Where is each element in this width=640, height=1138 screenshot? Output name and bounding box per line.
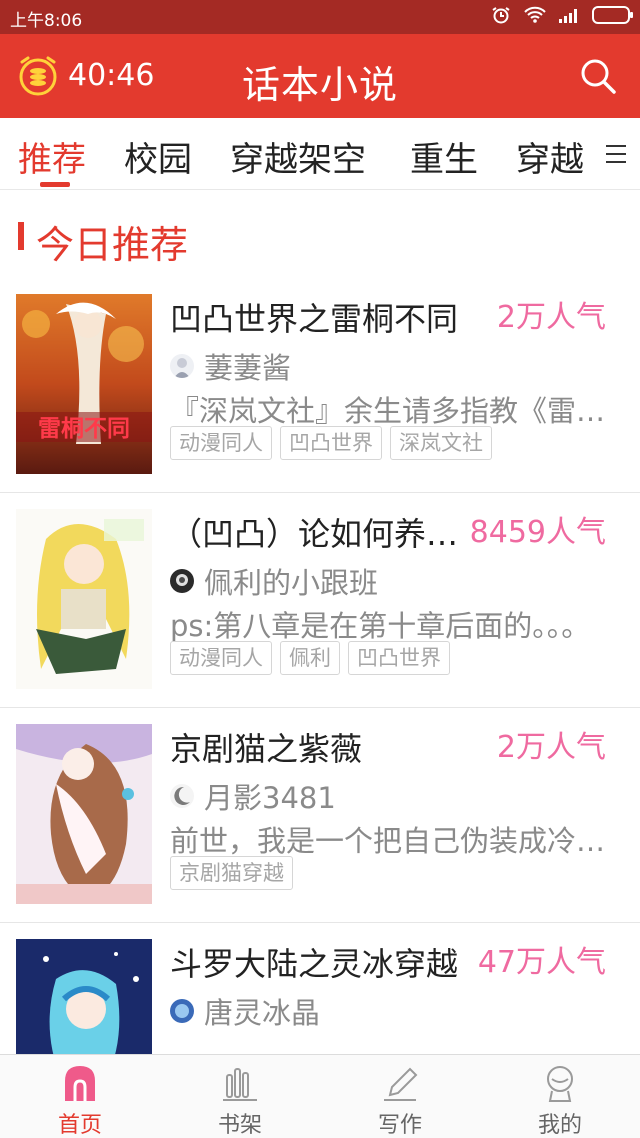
section-marker xyxy=(18,222,24,250)
tab-time-travel[interactable]: 穿越 xyxy=(516,132,584,181)
book-tag[interactable]: 凹凸世界 xyxy=(280,426,382,460)
book-description: 前世，我是一个把自己伪装成冷漠的人 xyxy=(170,824,618,858)
author-avatar xyxy=(170,569,194,593)
book-description: 『深岚文社』余生请多指教《雷桐不同》 xyxy=(170,394,618,428)
book-tags: 京剧猫穿越 xyxy=(170,856,293,890)
book-tags: 动漫同人 佩利 凹凸世界 xyxy=(170,641,450,675)
book-popularity: 47万人气 xyxy=(477,945,606,980)
status-bar: 上午8:06 xyxy=(0,0,640,34)
menu-icon[interactable] xyxy=(604,142,628,166)
author-row: 佩利的小跟班 xyxy=(170,565,378,600)
book-popularity: 2万人气 xyxy=(496,300,606,335)
pen-icon xyxy=(384,1067,418,1101)
book-tag[interactable]: 凹凸世界 xyxy=(348,641,450,675)
app-title: 话本小说 xyxy=(241,63,398,107)
author-row: 唐灵冰晶 xyxy=(170,995,320,1030)
author-row: 月影3481 xyxy=(170,780,336,815)
signal-icon xyxy=(559,9,577,23)
book-popularity: 8459人气 xyxy=(469,515,606,550)
book-popularity: 2万人气 xyxy=(496,730,606,765)
book-title: 斗罗大陆之灵冰穿越 xyxy=(170,945,459,983)
book-tag[interactable]: 佩利 xyxy=(280,641,340,675)
status-time: 上午8:06 xyxy=(10,11,83,31)
book-tag[interactable]: 动漫同人 xyxy=(170,641,272,675)
home-icon xyxy=(65,1066,95,1101)
nav-home[interactable]: 首页 xyxy=(0,1055,160,1138)
nav-bookshelf[interactable]: 书架 xyxy=(160,1055,320,1138)
battery-icon xyxy=(592,6,633,24)
book-item[interactable]: （凹凸）论如何养成一只佩利 8459人气 佩利的小跟班 ps:第八章是在第十章后… xyxy=(0,493,640,708)
nav-write[interactable]: 写作 xyxy=(320,1055,480,1138)
book-title: 凹凸世界之雷桐不同 xyxy=(170,300,459,338)
book-cover: 雷桐不同 xyxy=(16,294,152,474)
author-avatar xyxy=(170,999,194,1023)
tab-campus[interactable]: 校园 xyxy=(124,132,192,181)
nav-home-label: 首页 xyxy=(57,1113,102,1138)
tab-time-travel-fantasy[interactable]: 穿越架空 xyxy=(230,132,366,181)
book-tags: 动漫同人 凹凸世界 深岚文社 xyxy=(170,426,492,460)
book-tag[interactable]: 深岚文社 xyxy=(390,426,492,460)
book-tag[interactable]: 动漫同人 xyxy=(170,426,272,460)
active-tab-indicator xyxy=(40,182,70,187)
book-tag[interactable]: 京剧猫穿越 xyxy=(170,856,293,890)
author-avatar xyxy=(170,784,194,808)
book-item[interactable]: 京剧猫之紫薇 2万人气 月影3481 前世，我是一个把自己伪装成冷漠的人 京剧猫… xyxy=(0,708,640,923)
book-cover xyxy=(16,724,152,904)
author-name: 萋萋酱 xyxy=(204,351,292,385)
tab-rebirth[interactable]: 重生 xyxy=(410,132,478,181)
nav-bookshelf-label: 书架 xyxy=(217,1113,262,1138)
profile-icon xyxy=(547,1066,573,1102)
category-tabs: 推荐 校园 穿越架空 重生 穿越 xyxy=(0,118,640,190)
author-name: 唐灵冰晶 xyxy=(204,996,321,1030)
nav-profile[interactable]: 我的 xyxy=(480,1055,640,1138)
alarm-icon xyxy=(492,7,510,24)
tab-recommend[interactable]: 推荐 xyxy=(18,132,86,181)
author-name: 月影3481 xyxy=(204,781,336,815)
book-title: （凹凸）论如何养成一只佩利 xyxy=(170,515,480,553)
book-cover xyxy=(16,509,152,689)
author-avatar xyxy=(170,354,194,378)
section-title: 今日推荐 xyxy=(36,223,189,267)
search-icon[interactable] xyxy=(578,56,618,96)
book-title: 京剧猫之紫薇 xyxy=(170,730,363,768)
author-name: 佩利的小跟班 xyxy=(204,566,379,600)
nav-write-label: 写作 xyxy=(377,1113,422,1138)
book-item[interactable]: 雷桐不同 凹凸世界之雷桐不同 2万人气 萋萋酱 『深岚文社』余生请多指教《雷桐不… xyxy=(0,278,640,493)
status-icons xyxy=(490,6,633,24)
cover-title-text: 雷桐不同 xyxy=(38,415,130,442)
wifi-icon xyxy=(524,6,546,23)
book-description: ps:第八章是在第十章后面的。。。 xyxy=(170,609,591,643)
nav-profile-label: 我的 xyxy=(537,1113,582,1138)
bookshelf-icon xyxy=(223,1068,257,1101)
author-row: 萋萋酱 xyxy=(170,350,291,385)
bottom-navigation: 首页 书架 写作 我的 xyxy=(0,1054,640,1138)
app-bar: 40:46 话本小说 xyxy=(0,34,640,118)
